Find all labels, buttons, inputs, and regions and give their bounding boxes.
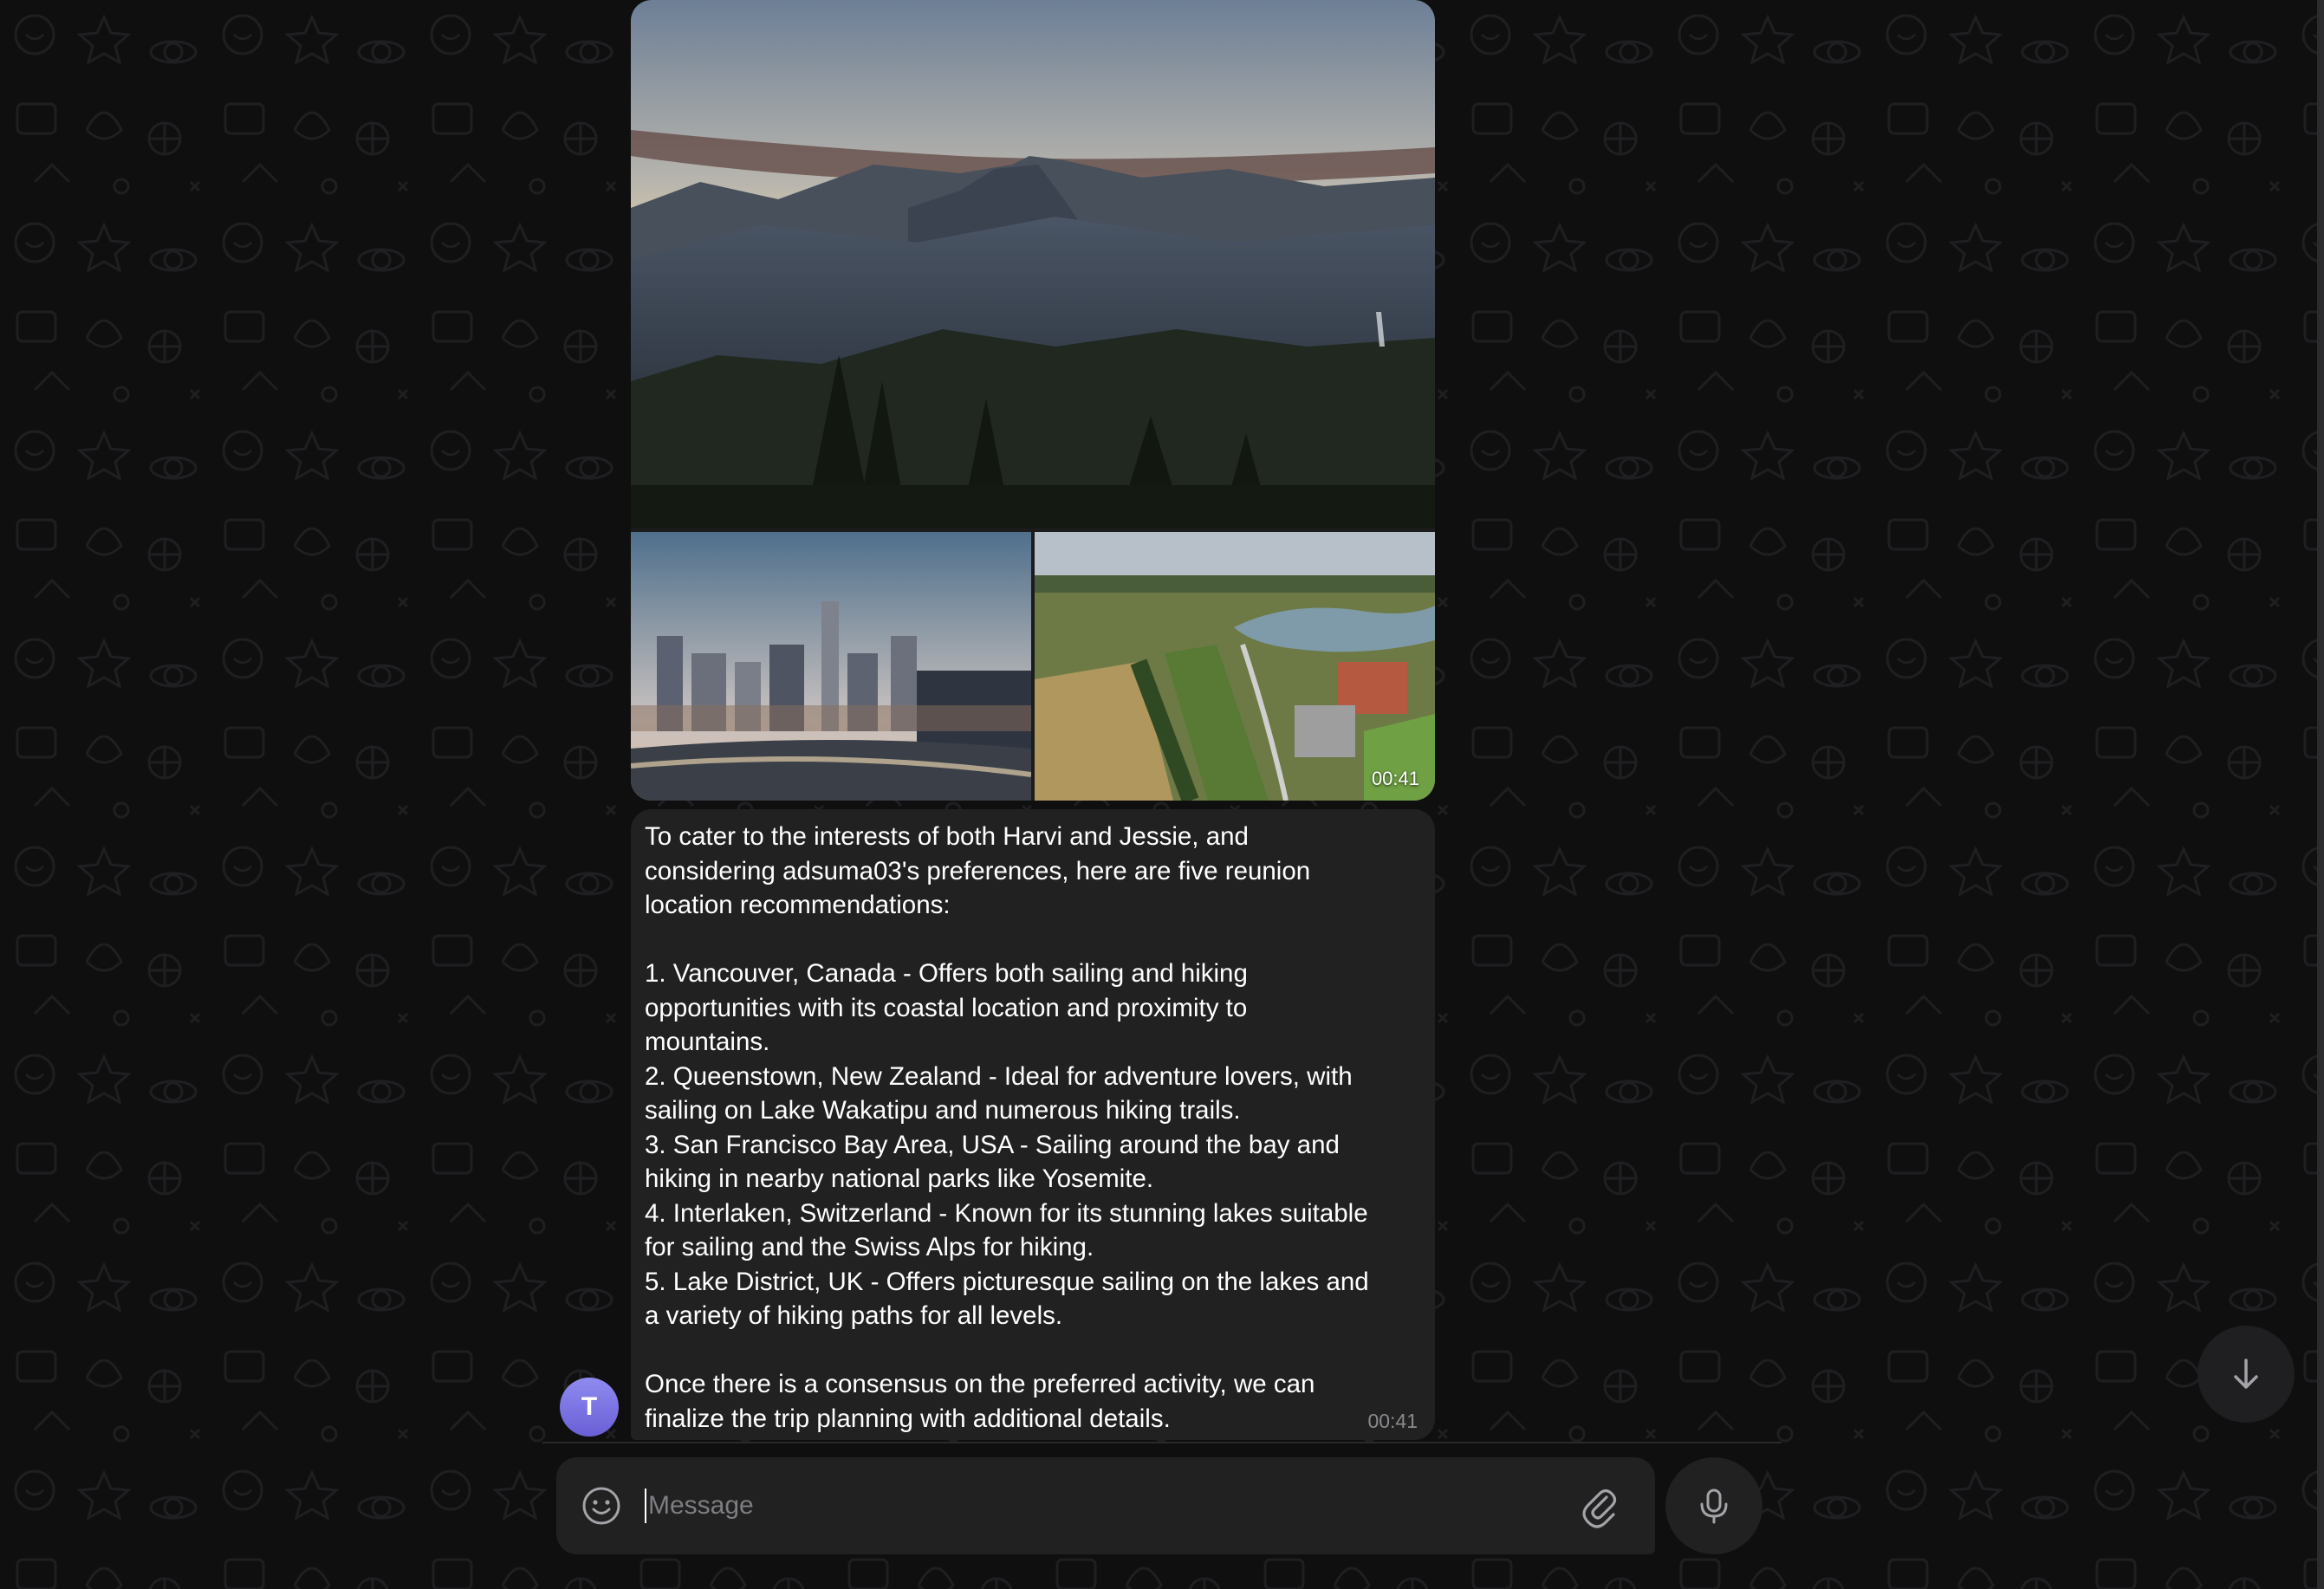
paperclip-icon[interactable] [1577,1483,1622,1528]
message-input[interactable] [645,1478,1515,1534]
media-album[interactable]: 00:41 [631,0,1435,801]
photo-city-skyline[interactable] [631,532,1031,801]
composer-divider [542,1442,1782,1443]
sender-avatar[interactable]: T [560,1378,619,1437]
photo-mountain-valley[interactable] [631,0,1435,529]
media-timestamp: 00:41 [1371,768,1419,789]
microphone-icon[interactable] [1665,1457,1762,1554]
message-timestamp: 00:41 [1367,1410,1418,1432]
arrow-down-icon[interactable] [2197,1326,2295,1423]
message-text: To cater to the interests of both Harvi … [645,822,1369,1433]
smiley-icon[interactable] [581,1485,622,1527]
photo-aerial-countryside[interactable] [1035,532,1435,801]
message-bubble[interactable]: To cater to the interests of both Harvi … [631,809,1435,1440]
window-edge [2317,0,2324,1589]
message-composer [556,1457,1655,1554]
